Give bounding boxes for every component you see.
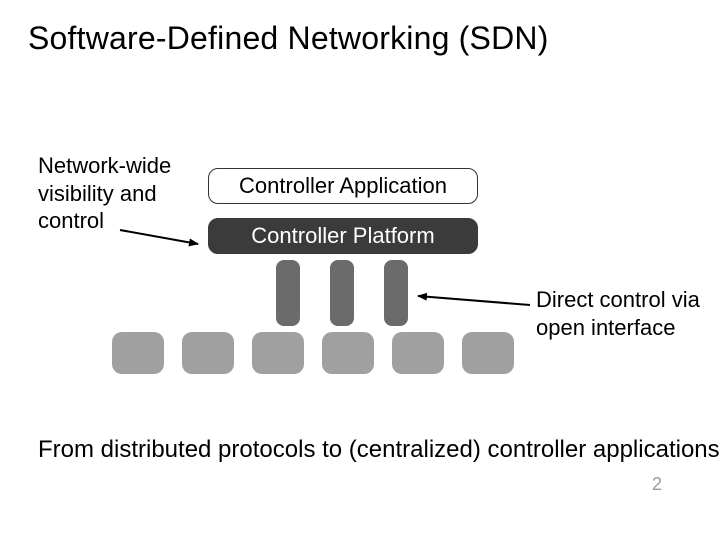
controller-application-box: Controller Application — [208, 168, 478, 204]
right-annotation: Direct control viaopen interface — [536, 286, 700, 341]
switch-icon — [462, 332, 514, 374]
control-link-icon — [276, 260, 300, 326]
control-link-icon — [330, 260, 354, 326]
control-link-icon — [384, 260, 408, 326]
switch-icon — [182, 332, 234, 374]
left-annotation: Network-widevisibility andcontrol — [38, 152, 171, 235]
page-number: 2 — [652, 474, 662, 495]
summary-text: From distributed protocols to (centraliz… — [38, 436, 720, 464]
switch-icon — [252, 332, 304, 374]
controller-platform-box: Controller Platform — [208, 218, 478, 254]
slide-title: Software-Defined Networking (SDN) — [28, 20, 549, 57]
switch-icon — [392, 332, 444, 374]
switch-icon — [322, 332, 374, 374]
switch-icon — [112, 332, 164, 374]
